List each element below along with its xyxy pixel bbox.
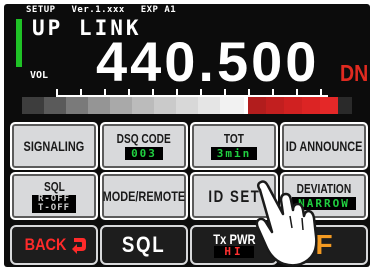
frequency-display: 440.500 <box>96 30 320 93</box>
touch-hand-icon <box>255 180 318 267</box>
tot-value: 3min <box>210 147 258 160</box>
status-mode: SETUP <box>26 5 56 15</box>
dsq-code-label: DSQ CODE <box>116 131 172 146</box>
signaling-button[interactable]: SIGNALING <box>10 122 98 170</box>
sql-button[interactable]: SQL <box>100 225 188 265</box>
dsq-code-value: 003 <box>125 147 163 160</box>
s-meter <box>22 97 360 114</box>
back-button[interactable]: BACK <box>10 225 98 265</box>
sql-setting-button[interactable]: SQL R-OFF T-OFF <box>10 172 98 220</box>
tx-power-label: Tx PWR <box>212 231 256 247</box>
vol-label: VOL <box>30 70 49 81</box>
mode-remote-label: MODE/REMOTE <box>102 187 186 204</box>
tx-power-value: HI <box>214 246 254 258</box>
signaling-label: SIGNALING <box>23 137 85 154</box>
meter-scale <box>56 87 328 97</box>
dsq-code-button[interactable]: DSQ CODE 003 <box>100 122 188 170</box>
status-version: Ver.1.xxx <box>71 5 125 15</box>
mode-remote-button[interactable]: MODE/REMOTE <box>100 172 188 220</box>
direction-indicator: DN <box>340 60 369 86</box>
back-label: BACK <box>25 235 67 254</box>
sql-tx-value: T-OFF <box>31 203 77 213</box>
back-arrow-icon <box>71 238 86 254</box>
tot-label: TOT <box>223 131 245 146</box>
status-exp: EXP A1 <box>140 5 177 15</box>
sql-setting-label: SQL <box>43 178 65 194</box>
band-indicator <box>16 19 22 67</box>
sql-key-label: SQL <box>122 232 166 257</box>
status-line: SETUP Ver.1.xxx EXP A1 <box>26 5 186 15</box>
id-announce-button[interactable]: ID ANNOUNCE <box>280 122 368 170</box>
id-announce-label: ID ANNOUNCE <box>285 137 363 154</box>
tot-button[interactable]: TOT 3min <box>190 122 278 170</box>
